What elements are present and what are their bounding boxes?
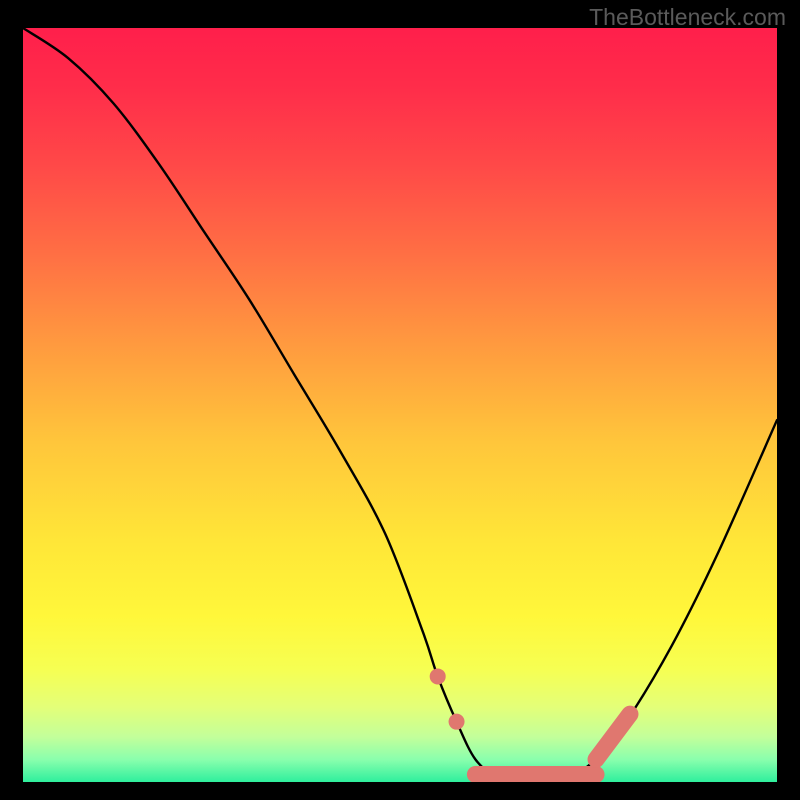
plot-area	[23, 28, 777, 782]
gradient-background	[23, 28, 777, 782]
watermark-text: TheBottleneck.com	[589, 4, 786, 31]
chart-container: TheBottleneck.com	[0, 0, 800, 800]
